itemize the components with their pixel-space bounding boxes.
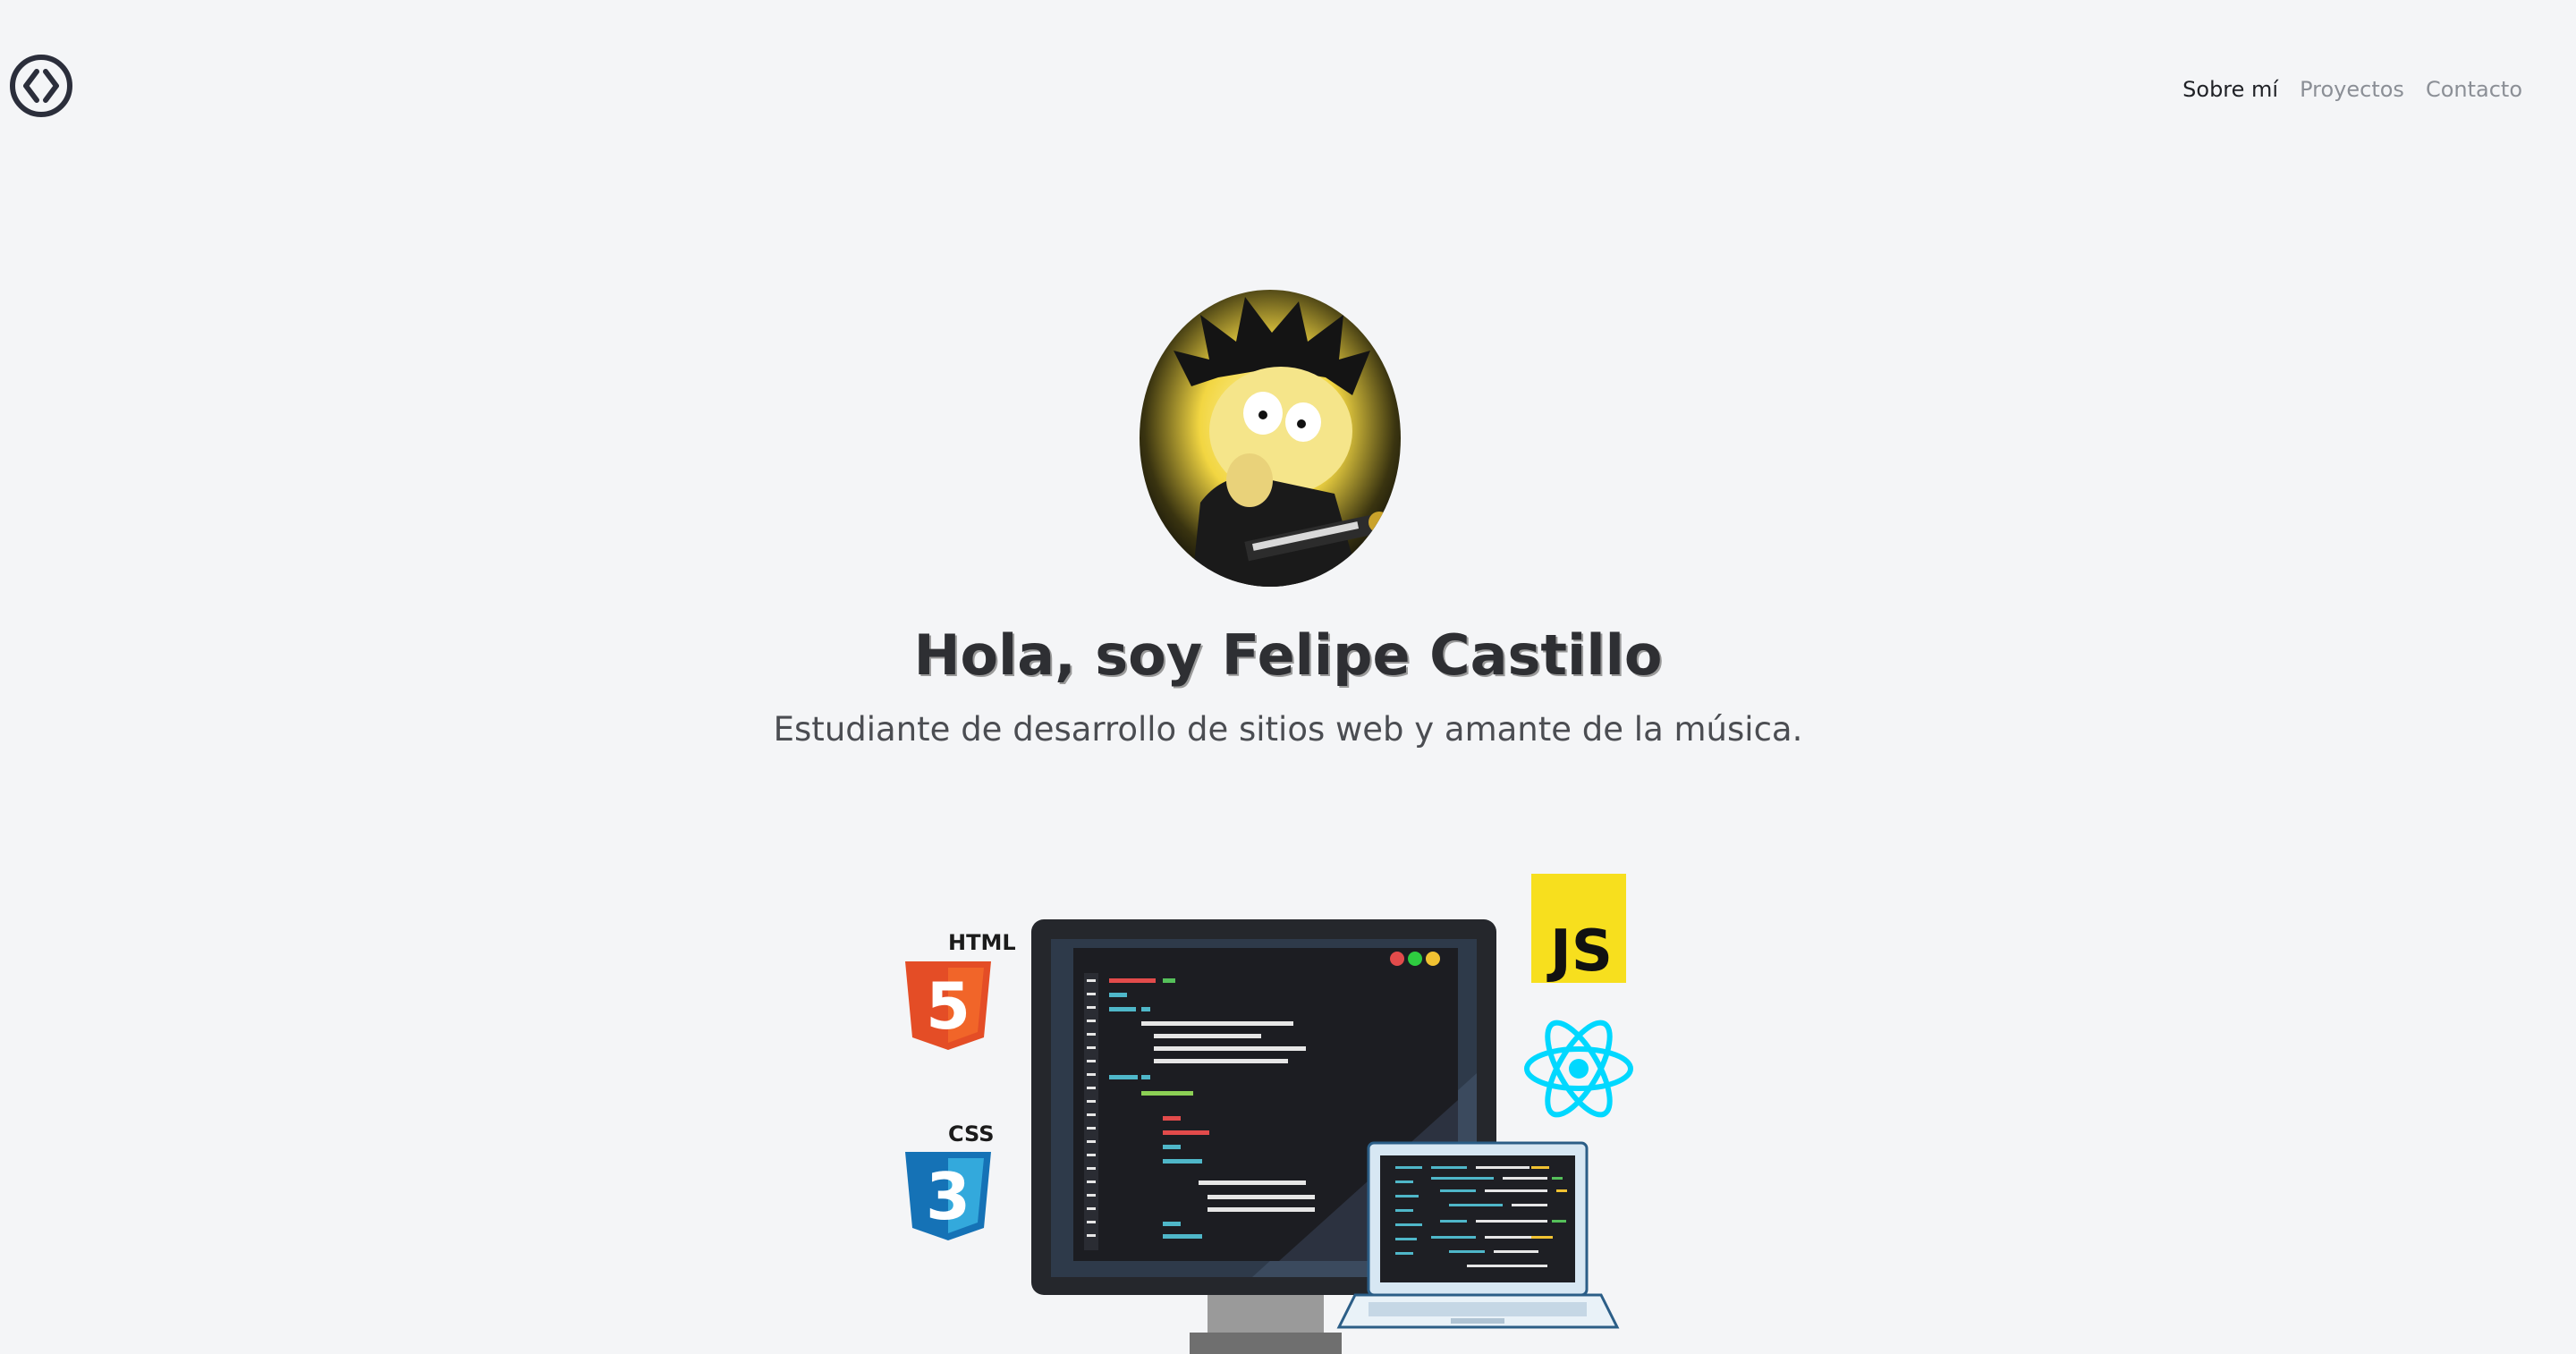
nav-link-proyectos[interactable]: Proyectos (2300, 77, 2404, 102)
javascript-icon: JS (1531, 874, 1626, 985)
css-badge-number: 3 (926, 1159, 970, 1234)
html-badge-label: HTML (948, 930, 1016, 955)
js-badge-label: JS (1546, 918, 1613, 985)
html-badge-number: 5 (926, 969, 970, 1044)
developer-tech-illustration: HTML 5 CSS 3 JS (905, 874, 1633, 1354)
html5-icon: HTML 5 (905, 930, 1016, 1050)
avatar (1140, 290, 1401, 587)
react-icon (1524, 1020, 1633, 1118)
laptop-icon (1336, 1141, 1620, 1329)
main-nav: Sobre mí Proyectos Contacto (2182, 77, 2522, 102)
nav-link-contacto[interactable]: Contacto (2426, 77, 2522, 102)
code-brackets-logo-icon[interactable] (9, 54, 73, 118)
page: Sobre mí Proyectos Contacto Hola, soy Fe… (0, 0, 2576, 1354)
hero-subtitle: Estudiante de desarrollo de sitios web y… (773, 710, 1803, 749)
page-title: Hola, soy Felipe Castillo (913, 622, 1663, 688)
nav-link-sobre-mi[interactable]: Sobre mí (2182, 77, 2278, 102)
css3-icon: CSS 3 (905, 1121, 995, 1240)
css-badge-label: CSS (948, 1121, 995, 1147)
